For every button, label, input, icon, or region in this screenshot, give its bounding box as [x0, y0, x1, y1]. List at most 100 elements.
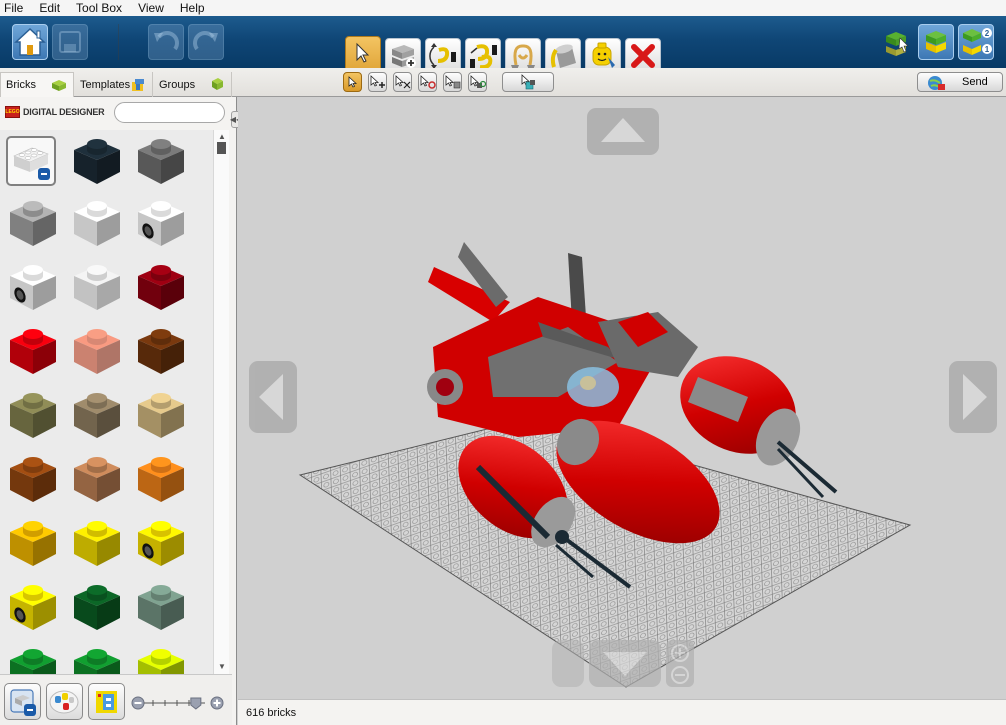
brick-1x1-icon	[74, 329, 120, 374]
palette-scrollbar[interactable]: ▲ ▼	[213, 130, 229, 674]
palette-brick[interactable]	[134, 386, 188, 440]
brick-1x1-icon	[10, 649, 56, 674]
palette-footer	[0, 674, 232, 725]
3d-viewport[interactable]	[238, 97, 1006, 699]
palette-brick[interactable]	[70, 194, 124, 248]
select-same-color-button[interactable]	[443, 72, 462, 92]
build-mode-button[interactable]	[878, 24, 914, 60]
menu-file[interactable]: File	[4, 0, 23, 16]
brick-1x1-icon	[74, 393, 120, 438]
select-arrow-icon	[348, 76, 357, 88]
palette-brick[interactable]	[70, 642, 124, 674]
palette-brick[interactable]	[134, 132, 188, 186]
palette-brick[interactable]	[6, 514, 60, 568]
save-button[interactable]	[52, 24, 88, 60]
palette-brick[interactable]	[134, 322, 188, 376]
minifig-head-icon	[592, 42, 615, 68]
select-connected-button[interactable]	[418, 72, 437, 92]
building-guide-mode-button[interactable]: 2 1	[958, 24, 994, 60]
scrollbar-thumb[interactable]	[217, 142, 226, 154]
camera-right-button[interactable]	[949, 361, 997, 433]
camera-down-button[interactable]	[589, 640, 661, 687]
palette-brick[interactable]	[6, 386, 60, 440]
palette-brick[interactable]	[70, 450, 124, 504]
palette-brick[interactable]	[134, 514, 188, 568]
palette-brick[interactable]	[6, 642, 60, 674]
selected-brick-category[interactable]	[6, 136, 56, 186]
templates-icon	[132, 79, 144, 91]
color-palette-button[interactable]	[46, 683, 83, 720]
single-select-button[interactable]	[343, 72, 362, 92]
palette-brick[interactable]	[70, 578, 124, 632]
brick-1x1-icon	[74, 521, 120, 566]
select-same-brick-icon	[470, 75, 486, 88]
palette-brick[interactable]	[6, 578, 60, 632]
building-guide-icon: 2 1	[963, 28, 992, 55]
undo-button[interactable]	[148, 24, 184, 60]
brick-1x1-icon	[138, 521, 184, 566]
palette-zoom-slider[interactable]	[131, 696, 225, 710]
brick-1x1-icon	[74, 139, 120, 184]
flex-rope-icon	[511, 44, 535, 70]
lego-logo: LEGO	[5, 106, 20, 118]
brick-1x1-icon	[138, 265, 184, 310]
clone-brick-icon	[392, 45, 416, 68]
invert-select-button[interactable]	[393, 72, 412, 92]
brick-view-toggle-button[interactable]	[4, 683, 41, 720]
palette-brick[interactable]	[70, 386, 124, 440]
palette-brick[interactable]	[70, 258, 124, 312]
camera-up-button[interactable]	[587, 108, 659, 155]
brick-1x1-icon	[138, 329, 184, 374]
brick-filter-button[interactable]	[88, 683, 125, 720]
brick-1x1-icon	[10, 457, 56, 502]
camera-left-button[interactable]	[249, 361, 297, 433]
tab-bricks[interactable]: Bricks	[0, 72, 74, 97]
undo-icon	[154, 31, 179, 51]
brick-1x1-icon	[74, 457, 120, 502]
triangle-left-icon	[259, 374, 283, 420]
home-button[interactable]	[12, 24, 48, 60]
scroll-up-arrow-icon[interactable]: ▲	[217, 132, 227, 142]
camera-zoom-in-icon[interactable]	[671, 644, 689, 662]
palette-brick[interactable]	[134, 450, 188, 504]
tab-groups[interactable]: Groups	[154, 72, 232, 97]
palette-brick[interactable]	[70, 514, 124, 568]
palette-brick[interactable]	[6, 194, 60, 248]
palette-brick[interactable]	[70, 132, 124, 186]
select-same-brick-button[interactable]	[468, 72, 487, 92]
brick-filter-icon	[96, 691, 117, 713]
brick-1x1-icon	[10, 393, 56, 438]
brick-1x1-icon	[138, 649, 184, 674]
send-button[interactable]: Send	[917, 72, 1003, 92]
select-group-button[interactable]	[502, 72, 554, 92]
color-palette-icon	[49, 690, 79, 714]
tab-bricks-label: Bricks	[6, 79, 36, 91]
save-icon	[59, 31, 81, 53]
multi-select-add-button[interactable]	[368, 72, 387, 92]
view-mode-button[interactable]	[918, 24, 954, 60]
tab-templates[interactable]: Templates	[75, 72, 153, 97]
palette-brick[interactable]	[134, 258, 188, 312]
palette-brick[interactable]	[6, 450, 60, 504]
brick-2x3-icon	[13, 147, 50, 180]
globe-send-icon	[928, 76, 945, 90]
palette-brick[interactable]	[134, 578, 188, 632]
status-bar: 616 bricks	[238, 699, 1006, 725]
camera-rotate-left-button[interactable]	[552, 640, 584, 687]
palette-brick[interactable]	[134, 194, 188, 248]
palette-brick[interactable]	[6, 258, 60, 312]
camera-zoom-out-icon[interactable]	[671, 666, 689, 684]
brick-1x1-icon	[74, 265, 120, 310]
brick-search-input[interactable]	[114, 102, 225, 123]
palette-brick[interactable]	[134, 642, 188, 674]
scroll-down-arrow-icon[interactable]: ▼	[217, 662, 227, 672]
palette-brick[interactable]	[6, 322, 60, 376]
palette-brick[interactable]	[70, 322, 124, 376]
menu-view[interactable]: View	[138, 0, 164, 16]
triangle-up-icon	[601, 118, 645, 142]
menu-edit[interactable]: Edit	[39, 0, 60, 16]
zoom-slider-thumb[interactable]	[190, 697, 202, 710]
menu-help[interactable]: Help	[180, 0, 205, 16]
redo-button[interactable]	[188, 24, 224, 60]
menu-toolbox[interactable]: Tool Box	[76, 0, 122, 16]
